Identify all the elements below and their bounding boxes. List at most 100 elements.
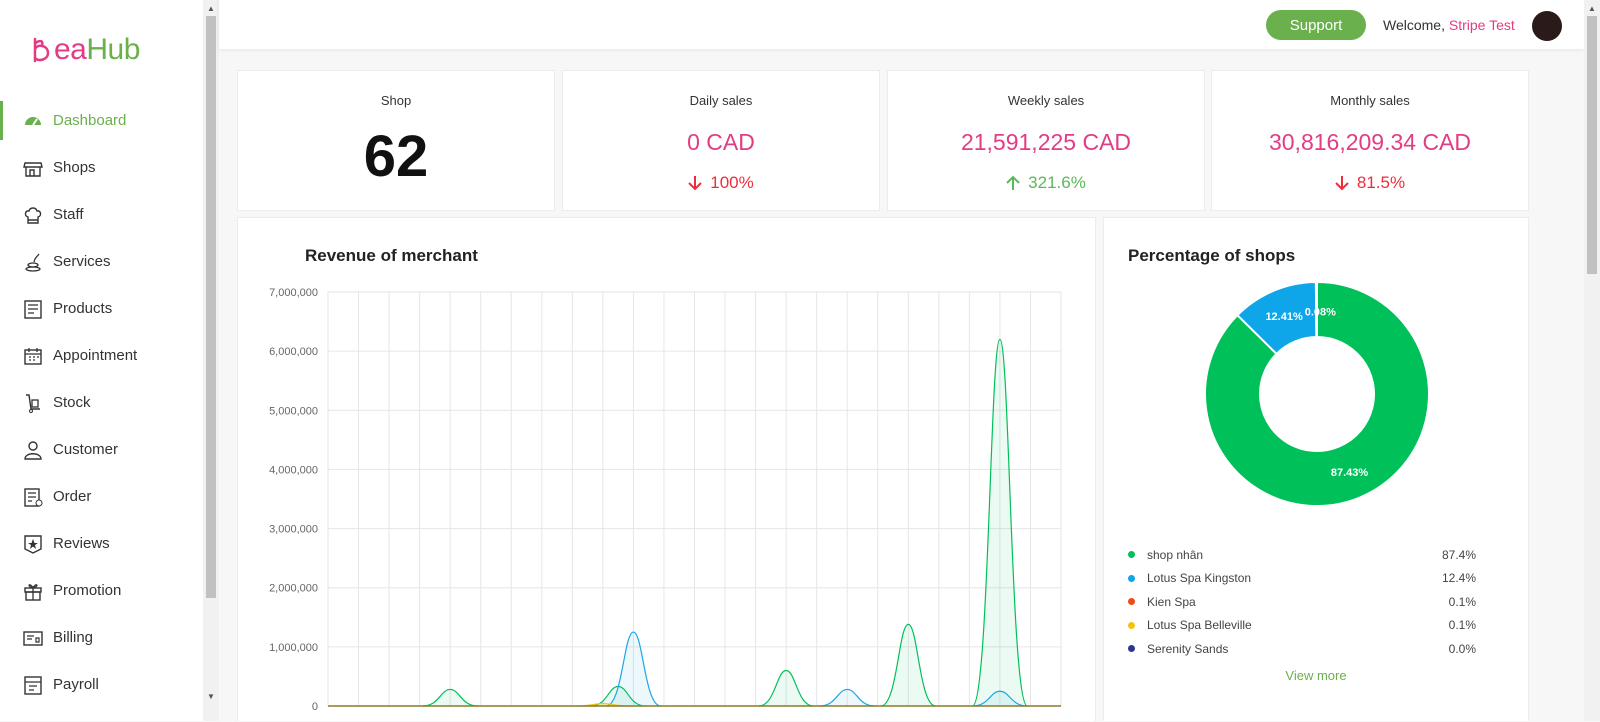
sidebar-item-label: Products [53,300,112,317]
stat-value: 0 CAD [563,129,879,156]
stat-title: Daily sales [563,93,879,108]
donut-slice-label: 0.08% [1305,307,1336,319]
y-tick-label: 6,000,000 [269,346,318,358]
donut-slice-label: 12.41% [1265,311,1303,323]
scroll-up-arrow-icon[interactable]: ▲ [1588,4,1596,13]
revenue-peak[interactable] [820,689,875,706]
sidebar-item-label: Shops [53,159,96,176]
sidebar-item-stock[interactable]: Stock [0,379,203,426]
legend-label: Lotus Spa Kingston [1147,571,1416,585]
sidebar-item-services[interactable]: Services [0,238,203,285]
sidebar: eaHub Dashboard Shops Staff Services Product… [0,0,203,721]
legend-percent: 87.4% [1416,548,1476,562]
change-value: 321.6% [1028,173,1086,192]
sidebar-item-label: Dashboard [53,112,126,129]
stat-title: Weekly sales [888,93,1204,108]
sidebar-item-shops[interactable]: Shops [0,144,203,191]
legend-item[interactable]: shop nhân87.4% [1126,543,1476,567]
legend-color-dot [1128,645,1135,652]
sidebar-scroll-thumb[interactable] [206,16,216,598]
revenue-peak[interactable] [972,339,1027,706]
shops-legend: shop nhân87.4%Lotus Spa Kingston12.4%Kie… [1126,543,1476,661]
arrow-down-icon [1335,175,1349,191]
welcome-prefix: Welcome, [1383,17,1449,33]
star-badge-icon [22,533,44,555]
spa-stones-icon [22,251,44,273]
sidebar-item-label: Stock [53,394,91,411]
sidebar-item-label: Promotion [53,582,121,599]
calendar-icon [22,345,44,367]
sidebar-item-staff[interactable]: Staff [0,191,203,238]
sidebar-item-label: Billing [53,629,93,646]
stat-card-daily-sales: Daily sales 0 CAD 100% [562,70,880,211]
change-value: 100% [710,173,753,192]
revenue-chart: 7,000,0006,000,0005,000,0004,000,0003,00… [238,218,1097,722]
stat-change: 81.5% [1212,173,1528,193]
stat-value: 21,591,225 CAD [888,129,1204,156]
stat-value: 30,816,209.34 CAD [1212,129,1528,156]
stat-title: Shop [238,93,554,108]
sidebar-item-billing[interactable]: Billing [0,614,203,661]
legend-item[interactable]: Serenity Sands0.0% [1126,637,1476,661]
y-tick-label: 5,000,000 [269,405,318,417]
scroll-up-arrow-icon[interactable]: ▲ [207,4,215,13]
beahub-logo[interactable]: eaHub [30,30,140,70]
bill-icon [22,627,44,649]
shops-panel: Percentage of shops 87.43%12.41%0.08% sh… [1103,217,1529,721]
stat-value: 62 [238,123,554,190]
page-scrollbar[interactable]: ▲ [1584,0,1600,721]
scroll-down-arrow-icon[interactable]: ▼ [207,692,215,701]
sidebar-item-label: Payroll [53,676,99,693]
sidebar-item-reviews[interactable]: Reviews [0,520,203,567]
order-sheet-icon [22,486,44,508]
page-scroll-thumb[interactable] [1587,16,1597,274]
change-value: 81.5% [1357,173,1405,192]
legend-color-dot [1128,551,1135,558]
revenue-peak[interactable] [759,671,814,706]
avatar[interactable] [1532,11,1562,41]
sidebar-item-payroll[interactable]: Payroll [0,661,203,708]
stat-card-weekly-sales: Weekly sales 21,591,225 CAD 321.6% [887,70,1205,211]
donut-slice-label: 87.43% [1331,467,1369,479]
sidebar-item-label: Reviews [53,535,110,552]
legend-percent: 12.4% [1416,571,1476,585]
sidebar-item-order[interactable]: Order [0,473,203,520]
sidebar-nav: Dashboard Shops Staff Services Products Appoi… [0,97,203,708]
stat-title: Monthly sales [1212,93,1528,108]
sidebar-item-label: Services [53,253,111,270]
arrow-up-icon [1006,175,1020,191]
speedometer-icon [22,110,44,132]
payroll-icon [22,674,44,696]
legend-label: Lotus Spa Belleville [1147,618,1416,632]
legend-percent: 0.0% [1416,642,1476,656]
legend-color-dot [1128,575,1135,582]
shops-donut-chart: 87.43% 12.41%0.08% [1104,218,1530,528]
sidebar-item-products[interactable]: Products [0,285,203,332]
revenue-peak[interactable] [881,624,936,706]
legend-item[interactable]: Lotus Spa Belleville0.1% [1126,614,1476,638]
user-name[interactable]: Stripe Test [1449,17,1515,33]
sidebar-item-label: Customer [53,441,118,458]
revenue-panel: Revenue of merchant 7,000,0006,000,0005,… [237,217,1096,721]
logo-text: eaHub [54,33,140,67]
gift-icon [22,580,44,602]
support-button[interactable]: Support [1266,10,1366,40]
legend-color-dot [1128,622,1135,629]
y-tick-label: 1,000,000 [269,642,318,654]
revenue-peak[interactable] [423,689,478,706]
sidebar-item-promotion[interactable]: Promotion [0,567,203,614]
sidebar-item-label: Staff [53,206,84,223]
stat-card-shop: Shop 62 [237,70,555,211]
y-tick-label: 0 [312,701,318,713]
hand-truck-icon [22,392,44,414]
sidebar-item-appointment[interactable]: Appointment [0,332,203,379]
legend-item[interactable]: Lotus Spa Kingston12.4% [1126,567,1476,591]
sidebar-item-label: Appointment [53,347,137,364]
welcome-text: Welcome, Stripe Test [1383,17,1515,33]
sidebar-scrollbar[interactable]: ▲ ▼ [203,0,219,721]
sidebar-item-customer[interactable]: Customer [0,426,203,473]
view-more-link[interactable]: View more [1104,668,1528,683]
y-tick-label: 2,000,000 [269,583,318,595]
sidebar-item-dashboard[interactable]: Dashboard [0,97,203,144]
legend-item[interactable]: Kien Spa0.1% [1126,590,1476,614]
